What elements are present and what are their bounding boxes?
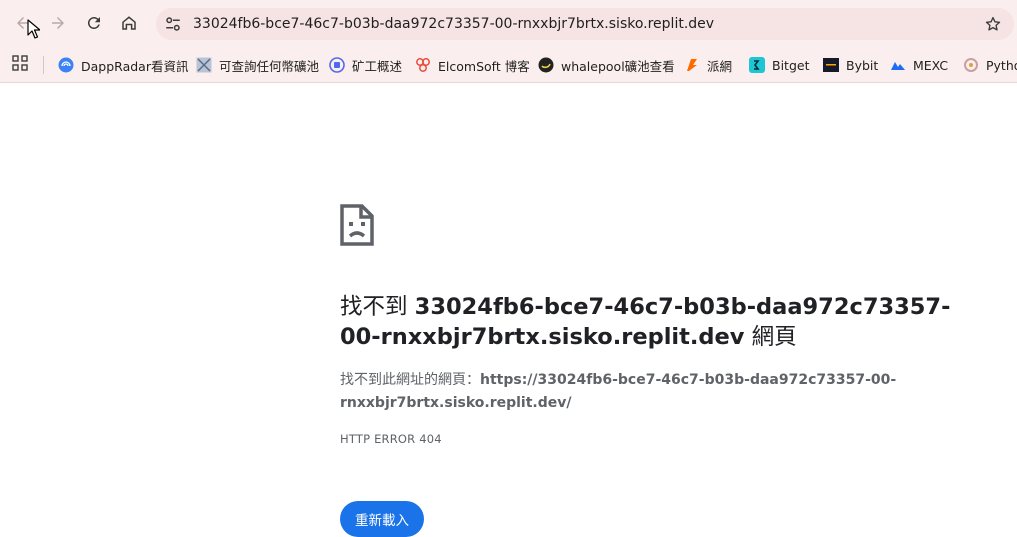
bookmark-label: Bitget <box>772 57 810 73</box>
error-desc-prefix: 找不到此網址的網頁： <box>340 372 480 388</box>
home-button[interactable] <box>114 8 144 38</box>
url-text[interactable]: 33024fb6-bce7-46c7-b03b-daa972c73357-00-… <box>193 8 714 40</box>
address-bar[interactable]: 33024fb6-bce7-46c7-b03b-daa972c73357-00-… <box>156 8 1014 40</box>
bitget-icon <box>749 57 765 73</box>
bookmark-label: Bybit <box>846 57 879 73</box>
miner-icon <box>329 57 345 73</box>
mexc-icon <box>891 62 905 70</box>
pionex-icon <box>687 59 697 71</box>
bookmark-star-icon[interactable] <box>984 15 1002 33</box>
bookmark-item-dappradar[interactable]: DappRadar看資訊 <box>58 53 188 77</box>
reload-icon <box>87 16 100 29</box>
reload-page-button[interactable]: 重新載入 <box>340 501 424 537</box>
bookmark-label: Pytho <box>986 57 1017 73</box>
bookmark-item-pionex[interactable]: 派網 <box>684 53 732 77</box>
bookmark-label: whalepool礦池查看 <box>561 58 675 74</box>
bookmark-label: 矿工概述 <box>352 58 403 74</box>
browser-toolbar: 33024fb6-bce7-46c7-b03b-daa972c73357-00-… <box>0 0 1017 48</box>
python-icon <box>964 58 978 72</box>
bybit-icon <box>823 58 839 72</box>
bookmark-label: 派網 <box>707 58 733 74</box>
bookmark-item-whalepool[interactable]: whalepool礦池查看 <box>538 53 675 77</box>
pool-icon <box>196 57 212 73</box>
bookmark-label: 可查詢任何幣礦池 <box>219 58 320 74</box>
bookmark-item-miner[interactable]: 矿工概述 <box>329 53 402 77</box>
error-title-prefix: 找不到 <box>340 294 408 320</box>
error-code: HTTP ERROR 404 <box>340 432 442 446</box>
bookmark-item-bybit[interactable]: Bybit <box>823 53 878 77</box>
sad-page-icon <box>340 204 374 246</box>
mouse-cursor-icon <box>27 19 40 39</box>
whalepool-icon <box>538 57 554 73</box>
reload-button[interactable] <box>79 8 109 38</box>
apps-grid-icon[interactable] <box>12 55 28 71</box>
bookmark-item-pool[interactable]: 可查詢任何幣礦池 <box>196 53 319 77</box>
bookmark-item-elcomsoft[interactable]: ElcomSoft 博客 <box>415 53 530 77</box>
bookmark-item-mexc[interactable]: MEXC <box>890 53 948 77</box>
bookmark-item-python[interactable]: Pytho <box>963 53 1017 77</box>
home-icon <box>122 16 136 30</box>
error-title-suffix: 網頁 <box>751 324 797 350</box>
error-description: 找不到此網址的網頁：https://33024fb6-bce7-46c7-b03… <box>340 369 940 415</box>
bookmark-label: ElcomSoft 博客 <box>438 58 530 74</box>
error-title: 找不到 33024fb6-bce7-46c7-b03b-daa972c73357… <box>340 292 960 352</box>
bookmark-item-bitget[interactable]: Bitget <box>749 53 809 77</box>
site-info-icon[interactable] <box>164 15 182 33</box>
bookmarks-bar: DappRadar看資訊 可查詢任何幣礦池 矿工概述 ElcomSoft 博客 … <box>0 48 1017 83</box>
bookmark-label: DappRadar看資訊 <box>81 58 189 74</box>
bookmark-label: MEXC <box>913 57 949 73</box>
elcomsoft-icon <box>416 58 430 72</box>
error-title-host: 33024fb6-bce7-46c7-b03b-daa972c73357-00-… <box>340 294 951 350</box>
bookmarks-divider <box>43 56 44 74</box>
forward-button[interactable] <box>43 8 73 38</box>
arrow-right-icon <box>52 17 64 29</box>
dappradar-icon <box>58 57 74 73</box>
